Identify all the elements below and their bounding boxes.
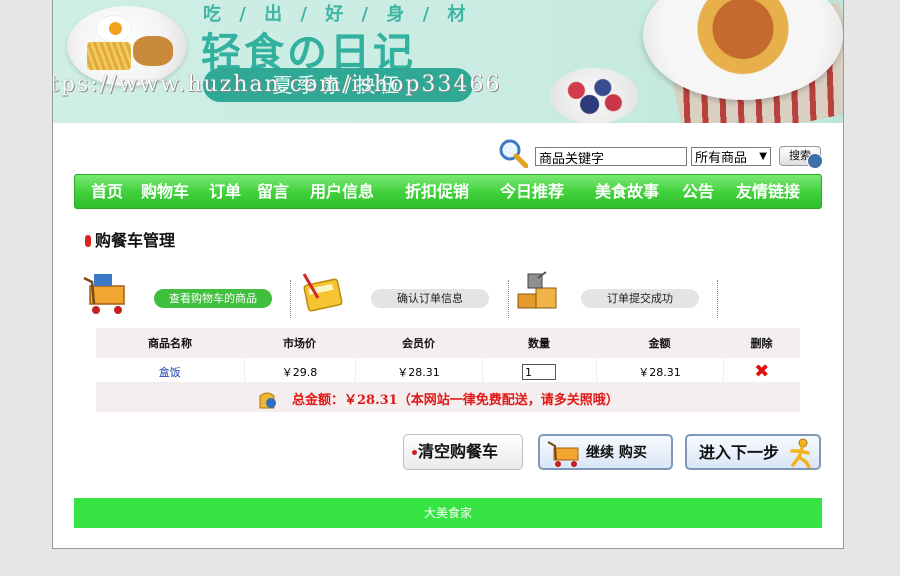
page-container: 吃 / 出 / 好 / 身 / 材 轻食の日记 夏季赤/抉伍 https://w… — [52, 0, 844, 549]
total-row: 总金额：￥28.31（本网站一律免费配送，请多关照哦） — [96, 382, 800, 412]
cart-table: 商品名称 市场价 会员价 数量 金额 删除 盒饭 ￥29.8 ￥28.31 1 … — [96, 328, 800, 386]
nav-item-food-stories[interactable]: 美食故事 — [595, 175, 659, 208]
money-bag-icon — [259, 392, 276, 409]
continue-shopping-button[interactable]: 继续 购买 — [538, 434, 673, 470]
nav-item-messages[interactable]: 留言 — [257, 175, 289, 208]
clear-cart-label: 清空购餐车 — [418, 442, 499, 461]
col-header-name: 商品名称 — [96, 328, 244, 358]
section-bullet-icon — [85, 235, 91, 247]
magnifier-icon — [499, 139, 528, 168]
col-header-quantity: 数量 — [482, 328, 596, 358]
running-person-icon — [790, 438, 811, 468]
next-step-button[interactable]: 进入下一步 — [685, 434, 821, 470]
col-header-market-price: 市场价 — [244, 328, 355, 358]
delete-x-icon[interactable]: ✖ — [754, 361, 769, 382]
nav-item-recommend[interactable]: 今日推荐 — [500, 175, 564, 208]
col-header-amount: 金额 — [596, 328, 723, 358]
nav-item-user-info[interactable]: 用户信息 — [310, 175, 374, 208]
step-divider — [290, 280, 291, 318]
next-step-label: 进入下一步 — [699, 443, 780, 462]
bullet-dot-icon — [412, 450, 417, 455]
calculator-icon — [302, 273, 343, 312]
nav-item-links[interactable]: 友情链接 — [736, 175, 800, 208]
cart-icon — [83, 274, 125, 314]
main-nav: 首页 购物车 订单 留言 用户信息 折扣促销 今日推荐 美食故事 公告 友情链接 — [74, 174, 822, 209]
clear-cart-button[interactable]: 清空购餐车 — [403, 434, 523, 470]
page-title: 购餐车管理 — [95, 231, 176, 250]
total-amount: 总金额：￥28.31（本网站一律免费配送，请多关照哦） — [292, 393, 619, 408]
delivery-icon — [517, 271, 557, 309]
cart-icon — [547, 441, 579, 467]
step-order-success: 订单提交成功 — [581, 289, 699, 308]
watermark-text: https://www.huzhan.com/ishop33466 — [53, 72, 502, 97]
continue-label-a: 继续 — [586, 445, 614, 461]
step-view-cart: 查看购物车的商品 — [154, 289, 272, 308]
table-header-row: 商品名称 市场价 会员价 数量 金额 删除 — [96, 328, 800, 358]
nav-item-home[interactable]: 首页 — [91, 175, 123, 208]
chevron-down-icon: ▼ — [759, 151, 767, 162]
step-confirm-order: 确认订单信息 — [371, 289, 489, 308]
header-banner: 吃 / 出 / 好 / 身 / 材 轻食の日记 夏季赤/抉伍 https://w… — [53, 0, 843, 123]
nav-item-promotions[interactable]: 折扣促销 — [405, 175, 469, 208]
continue-label-b: 购买 — [618, 445, 647, 461]
col-header-member-price: 会员价 — [355, 328, 482, 358]
berries-image — [550, 68, 638, 123]
nav-item-notice[interactable]: 公告 — [682, 175, 714, 208]
col-header-delete: 删除 — [723, 328, 800, 358]
search-button-badge-icon — [807, 153, 823, 169]
quantity-input[interactable]: 1 — [522, 364, 556, 380]
footer-bar: 大美食家 — [74, 498, 822, 528]
step-divider — [508, 280, 509, 318]
search-input[interactable]: 商品关键字 — [535, 147, 687, 167]
nav-item-cart[interactable]: 购物车 — [141, 175, 189, 208]
category-select[interactable]: 所有商品 ▼ — [691, 147, 771, 166]
step-divider — [717, 280, 718, 318]
nav-item-orders[interactable]: 订单 — [209, 175, 241, 208]
category-select-value: 所有商品 — [695, 151, 748, 166]
